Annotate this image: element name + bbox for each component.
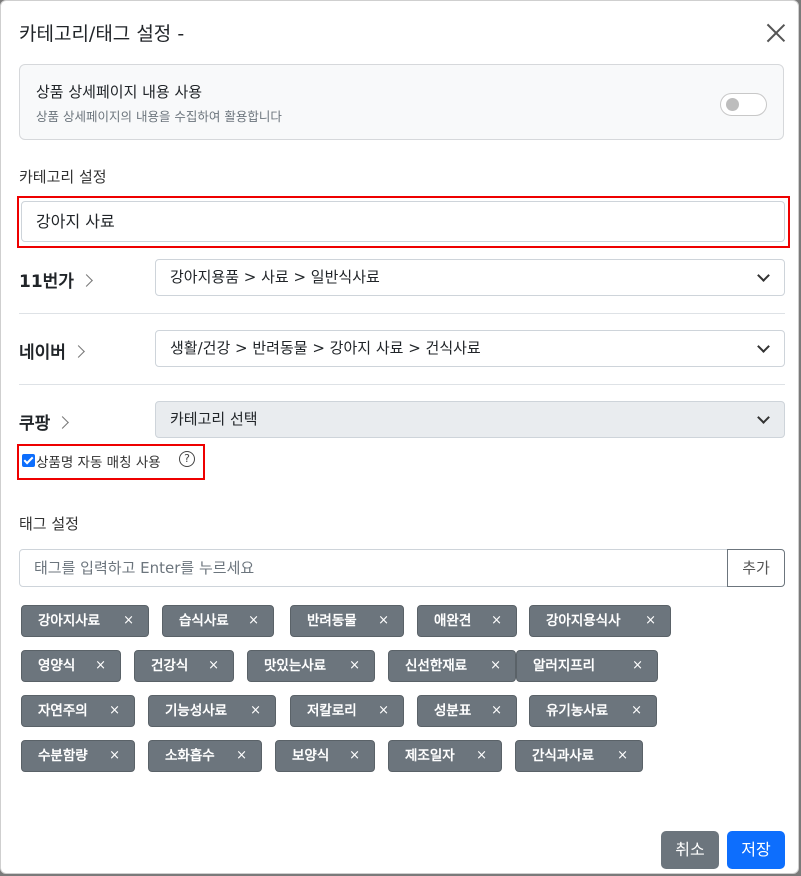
chevron-right-icon: [56, 416, 70, 429]
help-icon[interactable]: ?: [179, 451, 195, 467]
select-value: 생활/건강 > 반려동물 > 강아지 사료 > 건식사료: [170, 339, 481, 357]
tag-label: 강아지사료: [38, 613, 101, 629]
market-naver-label[interactable]: 네이버: [19, 338, 85, 363]
detail-switch-title: 상품 상세페이지 내용 사용: [36, 83, 203, 101]
tag-chip: 유기농사료 ×: [529, 695, 657, 727]
remove-tag-icon[interactable]: ×: [349, 741, 360, 771]
remove-tag-icon[interactable]: ×: [617, 741, 628, 771]
remove-tag-icon[interactable]: ×: [491, 606, 502, 636]
remove-tag-icon[interactable]: ×: [378, 696, 389, 726]
tag-label: 간식과사료: [532, 748, 595, 764]
tag-label: 보양식: [292, 748, 330, 764]
detail-switch-desc: 상품 상세페이지의 내용을 수집하여 활용합니다: [36, 109, 282, 124]
category-label: 카테고리 설정: [19, 168, 107, 186]
market-name: 네이버: [19, 343, 66, 363]
remove-tag-icon[interactable]: ×: [123, 606, 134, 636]
tag-chip: 영양식 ×: [21, 650, 121, 682]
detail-page-switch-panel: 상품 상세페이지 내용 사용 상품 상세페이지의 내용을 수집하여 활용합니다: [19, 64, 784, 140]
tag-label: 소화흡수: [165, 748, 215, 764]
tag-chip: 반려동물 ×: [290, 605, 404, 637]
remove-tag-icon[interactable]: ×: [248, 606, 259, 636]
remove-tag-icon[interactable]: ×: [476, 741, 487, 771]
remove-tag-icon[interactable]: ×: [109, 696, 120, 726]
remove-tag-icon[interactable]: ×: [109, 741, 120, 771]
tag-chip: 신선한재료 ×: [388, 650, 516, 682]
tag-chip: 강아지용식사 ×: [529, 605, 671, 637]
market-11st-label[interactable]: 11번가: [19, 267, 93, 292]
remove-tag-icon[interactable]: ×: [632, 651, 643, 681]
tag-label: 성분표: [434, 703, 472, 719]
tag-chip: 간식과사료 ×: [515, 740, 643, 772]
remove-tag-icon[interactable]: ×: [349, 651, 360, 681]
market-name: 11번가: [19, 272, 74, 292]
tag-chip: 기능성사료 ×: [148, 695, 276, 727]
tag-chip: 애완견 ×: [417, 605, 517, 637]
divider: [19, 313, 785, 314]
divider: [19, 384, 785, 385]
select-value: 강아지용품 > 사료 > 일반식사료: [170, 268, 380, 286]
tag-label: 기능성사료: [165, 703, 228, 719]
chevron-down-icon: [757, 269, 770, 282]
remove-tag-icon[interactable]: ×: [236, 741, 247, 771]
tag-label: 수분함량: [38, 748, 88, 764]
dialog-title: 카테고리/태그 설정 -: [19, 23, 185, 45]
tag-chip: 수분함량 ×: [21, 740, 135, 772]
tag-label: 자연주의: [38, 703, 88, 719]
tag-chip: 맛있는사료 ×: [247, 650, 375, 682]
market-coupang-label[interactable]: 쿠팡: [19, 409, 70, 434]
tag-label: 영양식: [38, 658, 76, 674]
chevron-down-icon: [757, 411, 770, 424]
tag-chip: 제조일자 ×: [388, 740, 502, 772]
tag-label: 애완견: [434, 613, 472, 629]
tag-label: 알러지프리: [533, 658, 596, 674]
save-button[interactable]: 저장: [727, 831, 785, 869]
auto-match-label: 상품명 자동 매칭 사용: [36, 455, 161, 471]
chevron-right-icon: [72, 345, 85, 358]
market-11st-select[interactable]: 강아지용품 > 사료 > 일반식사료: [155, 259, 785, 296]
tag-label: 습식사료: [179, 613, 229, 629]
tag-chip: 소화흡수 ×: [148, 740, 262, 772]
cancel-button[interactable]: 취소: [661, 831, 719, 869]
tag-label: 건강식: [151, 658, 189, 674]
remove-tag-icon[interactable]: ×: [208, 651, 219, 681]
tag-label: 저칼로리: [307, 703, 357, 719]
tag-label: 반려동물: [307, 613, 357, 629]
remove-tag-icon[interactable]: ×: [631, 696, 642, 726]
tag-chip: 저칼로리 ×: [290, 695, 404, 727]
remove-tag-icon[interactable]: ×: [95, 651, 106, 681]
remove-tag-icon[interactable]: ×: [491, 696, 502, 726]
remove-tag-icon[interactable]: ×: [645, 606, 656, 636]
category-input[interactable]: 강아지 사료: [21, 201, 785, 242]
market-naver-select[interactable]: 생활/건강 > 반려동물 > 강아지 사료 > 건식사료: [155, 330, 785, 367]
chevron-down-icon: [757, 340, 770, 353]
chevron-right-icon: [80, 274, 93, 287]
category-tag-dialog: 카테고리/태그 설정 - 상품 상세페이지 내용 사용 상품 상세페이지의 내용…: [0, 0, 799, 874]
tag-chip: 자연주의 ×: [21, 695, 135, 727]
toggle-knob: [726, 98, 739, 111]
tag-label: 유기농사료: [546, 703, 609, 719]
tag-chip: 강아지사료 ×: [21, 605, 149, 637]
detail-page-toggle[interactable]: [720, 93, 767, 116]
tag-label: 제조일자: [405, 748, 455, 764]
market-coupang-select[interactable]: 카테고리 선택: [155, 401, 785, 438]
auto-match-checkbox[interactable]: [22, 454, 35, 467]
tag-label: 신선한재료: [405, 658, 468, 674]
market-name: 쿠팡: [19, 414, 51, 434]
remove-tag-icon[interactable]: ×: [250, 696, 261, 726]
tag-chip: 알러지프리 ×: [516, 650, 658, 682]
tags-label: 태그 설정: [19, 515, 79, 533]
add-tag-button[interactable]: 추가: [727, 549, 785, 587]
tag-chip: 보양식 ×: [275, 740, 375, 772]
remove-tag-icon[interactable]: ×: [490, 651, 501, 681]
tag-chip: 습식사료 ×: [162, 605, 274, 637]
tag-chip: 건강식 ×: [134, 650, 234, 682]
tag-label: 맛있는사료: [264, 658, 327, 674]
tag-chip: 성분표 ×: [417, 695, 517, 727]
tag-label: 강아지용식사: [546, 613, 621, 629]
select-value: 카테고리 선택: [170, 410, 258, 428]
tag-input-group: 태그를 입력하고 Enter를 누르세요 추가: [19, 549, 785, 587]
tag-input[interactable]: 태그를 입력하고 Enter를 누르세요: [19, 549, 728, 587]
remove-tag-icon[interactable]: ×: [378, 606, 389, 636]
close-icon[interactable]: [766, 23, 786, 43]
